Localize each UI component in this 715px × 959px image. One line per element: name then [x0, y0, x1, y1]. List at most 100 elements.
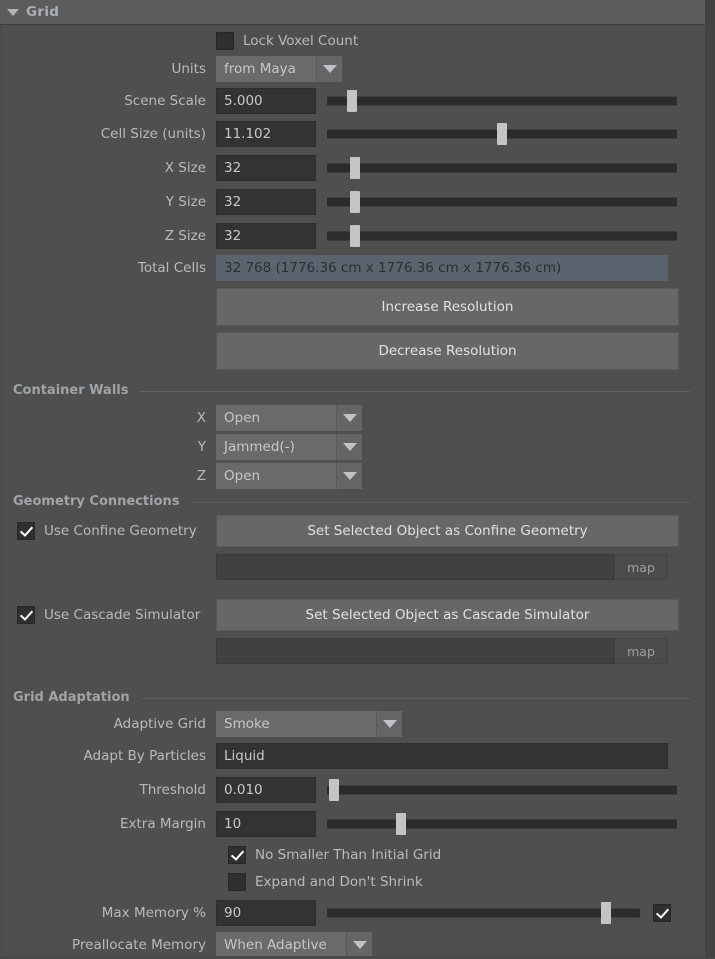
x-size-slider[interactable]	[327, 155, 677, 181]
grid-panel: Grid Lock Voxel Count Units from Maya Sc…	[0, 0, 715, 958]
use-confine-geometry-checkbox[interactable]: Use Confine Geometry	[17, 522, 216, 540]
max-memory-enable-checkbox[interactable]	[653, 904, 671, 922]
z-size-slider[interactable]	[327, 223, 677, 249]
confine-geometry-input[interactable]	[216, 554, 614, 580]
slider-track	[327, 819, 677, 829]
row-wall-y: Y Jammed(-)	[1, 433, 706, 461]
z-size-input[interactable]: 32	[216, 223, 316, 249]
no-smaller-than-initial-grid-label: No Smaller Than Initial Grid	[255, 847, 442, 863]
row-use-cascade-simulator: Use Cascade Simulator Set Selected Objec…	[1, 599, 706, 631]
section-divider	[191, 501, 690, 503]
slider-handle[interactable]	[346, 90, 357, 112]
max-memory-input[interactable]: 90	[216, 900, 316, 926]
max-memory-label: Max Memory %	[101, 905, 206, 921]
slider-handle[interactable]	[329, 779, 339, 801]
use-cascade-simulator-checkbox[interactable]: Use Cascade Simulator	[17, 606, 216, 624]
decrease-resolution-button[interactable]: Decrease Resolution	[216, 332, 679, 370]
x-size-input[interactable]: 32	[216, 155, 316, 181]
cell-size-label: Cell Size (units)	[100, 126, 206, 142]
chevron-down-icon[interactable]	[316, 56, 342, 82]
wall-y-combobox[interactable]: Jammed(-)	[216, 434, 362, 460]
scene-scale-slider[interactable]	[327, 88, 677, 114]
row-wall-z: Z Open	[1, 462, 706, 490]
chevron-down-icon[interactable]	[336, 434, 362, 460]
panel-right-gutter	[705, 0, 715, 958]
y-size-slider[interactable]	[327, 189, 677, 215]
threshold-slider[interactable]	[327, 777, 677, 803]
scene-scale-input[interactable]: 5.000	[216, 88, 316, 114]
threshold-input[interactable]: 0.010	[216, 777, 316, 803]
no-smaller-than-initial-grid-checkbox[interactable]: No Smaller Than Initial Grid	[228, 846, 441, 864]
cascade-simulator-input[interactable]	[216, 638, 614, 664]
grid-rollout-header[interactable]: Grid	[0, 0, 705, 25]
row-extra-margin: Extra Margin 10	[1, 810, 706, 838]
checkbox-box[interactable]	[216, 32, 234, 50]
adapt-by-particles-input[interactable]: Liquid	[216, 743, 668, 769]
section-geometry-connections: Geometry Connections	[1, 491, 706, 511]
wall-z-label: Z	[196, 468, 206, 484]
set-confine-geometry-button[interactable]: Set Selected Object as Confine Geometry	[216, 515, 679, 547]
checkbox-box[interactable]	[17, 522, 35, 540]
extra-margin-label: Extra Margin	[119, 816, 206, 832]
slider-handle[interactable]	[350, 191, 360, 213]
chevron-down-icon[interactable]	[336, 405, 362, 431]
checkbox-box[interactable]	[228, 846, 246, 864]
cell-size-input[interactable]: 11.102	[216, 121, 316, 147]
scene-scale-label: Scene Scale	[124, 93, 206, 109]
y-size-input[interactable]: 32	[216, 189, 316, 215]
extra-margin-slider[interactable]	[327, 811, 677, 837]
extra-margin-input[interactable]: 10	[216, 811, 316, 837]
total-cells-label: Total Cells	[137, 260, 206, 276]
adaptive-grid-combobox[interactable]: Smoke	[216, 711, 402, 737]
row-adapt-by-particles: Adapt By Particles Liquid	[1, 742, 706, 770]
row-confine-map: map	[1, 553, 706, 581]
increase-resolution-button[interactable]: Increase Resolution	[216, 288, 679, 326]
row-use-confine-geometry: Use Confine Geometry Set Selected Object…	[1, 515, 706, 547]
cell-size-slider[interactable]	[327, 121, 677, 147]
y-size-label: Y Size	[165, 194, 206, 210]
slider-handle[interactable]	[395, 813, 406, 835]
slider-track	[327, 908, 640, 918]
slider-track	[327, 96, 677, 106]
checkbox-box[interactable]	[17, 606, 35, 624]
preallocate-memory-combobox[interactable]: When Adaptive	[216, 932, 372, 958]
expand-and-dont-shrink-label: Expand and Don't Shrink	[255, 874, 423, 890]
slider-track	[327, 785, 677, 795]
chevron-down-icon[interactable]	[346, 932, 372, 958]
units-value[interactable]: from Maya	[216, 56, 316, 82]
expand-and-dont-shrink-checkbox[interactable]: Expand and Don't Shrink	[228, 873, 423, 891]
cascade-map-button[interactable]: map	[614, 638, 668, 664]
slider-handle[interactable]	[600, 902, 611, 924]
slider-handle[interactable]	[350, 225, 360, 247]
adaptive-grid-value[interactable]: Smoke	[216, 711, 376, 737]
wall-y-value[interactable]: Jammed(-)	[216, 434, 336, 460]
preallocate-memory-label: Preallocate Memory	[72, 937, 206, 953]
checkbox-box[interactable]	[228, 873, 246, 891]
triangle-down-icon[interactable]	[0, 8, 26, 16]
row-x-size: X Size 32	[1, 154, 706, 182]
wall-x-combobox[interactable]: Open	[216, 405, 362, 431]
slider-track	[327, 231, 677, 241]
lock-voxel-count-label: Lock Voxel Count	[243, 33, 359, 49]
chevron-down-icon[interactable]	[336, 463, 362, 489]
wall-z-combobox[interactable]: Open	[216, 463, 362, 489]
lock-voxel-count-checkbox[interactable]: Lock Voxel Count	[216, 32, 358, 50]
slider-handle[interactable]	[497, 123, 507, 145]
wall-z-value[interactable]: Open	[216, 463, 336, 489]
row-z-size: Z Size 32	[1, 222, 706, 250]
wall-x-value[interactable]: Open	[216, 405, 336, 431]
row-cascade-map: map	[1, 637, 706, 665]
set-cascade-simulator-button[interactable]: Set Selected Object as Cascade Simulator	[216, 599, 679, 631]
max-memory-slider[interactable]	[327, 900, 640, 926]
units-combobox[interactable]: from Maya	[216, 56, 342, 82]
row-y-size: Y Size 32	[1, 188, 706, 216]
section-grid-adaptation: Grid Adaptation	[1, 687, 706, 707]
row-decrease-resolution: Decrease Resolution	[1, 332, 706, 370]
preallocate-memory-value[interactable]: When Adaptive	[216, 932, 346, 958]
confine-map-button[interactable]: map	[614, 554, 668, 580]
slider-handle[interactable]	[350, 157, 360, 179]
section-container-walls: Container Walls	[1, 380, 706, 400]
chevron-down-icon[interactable]	[376, 711, 402, 737]
wall-y-label: Y	[197, 439, 206, 455]
use-confine-geometry-label: Use Confine Geometry	[44, 523, 197, 539]
